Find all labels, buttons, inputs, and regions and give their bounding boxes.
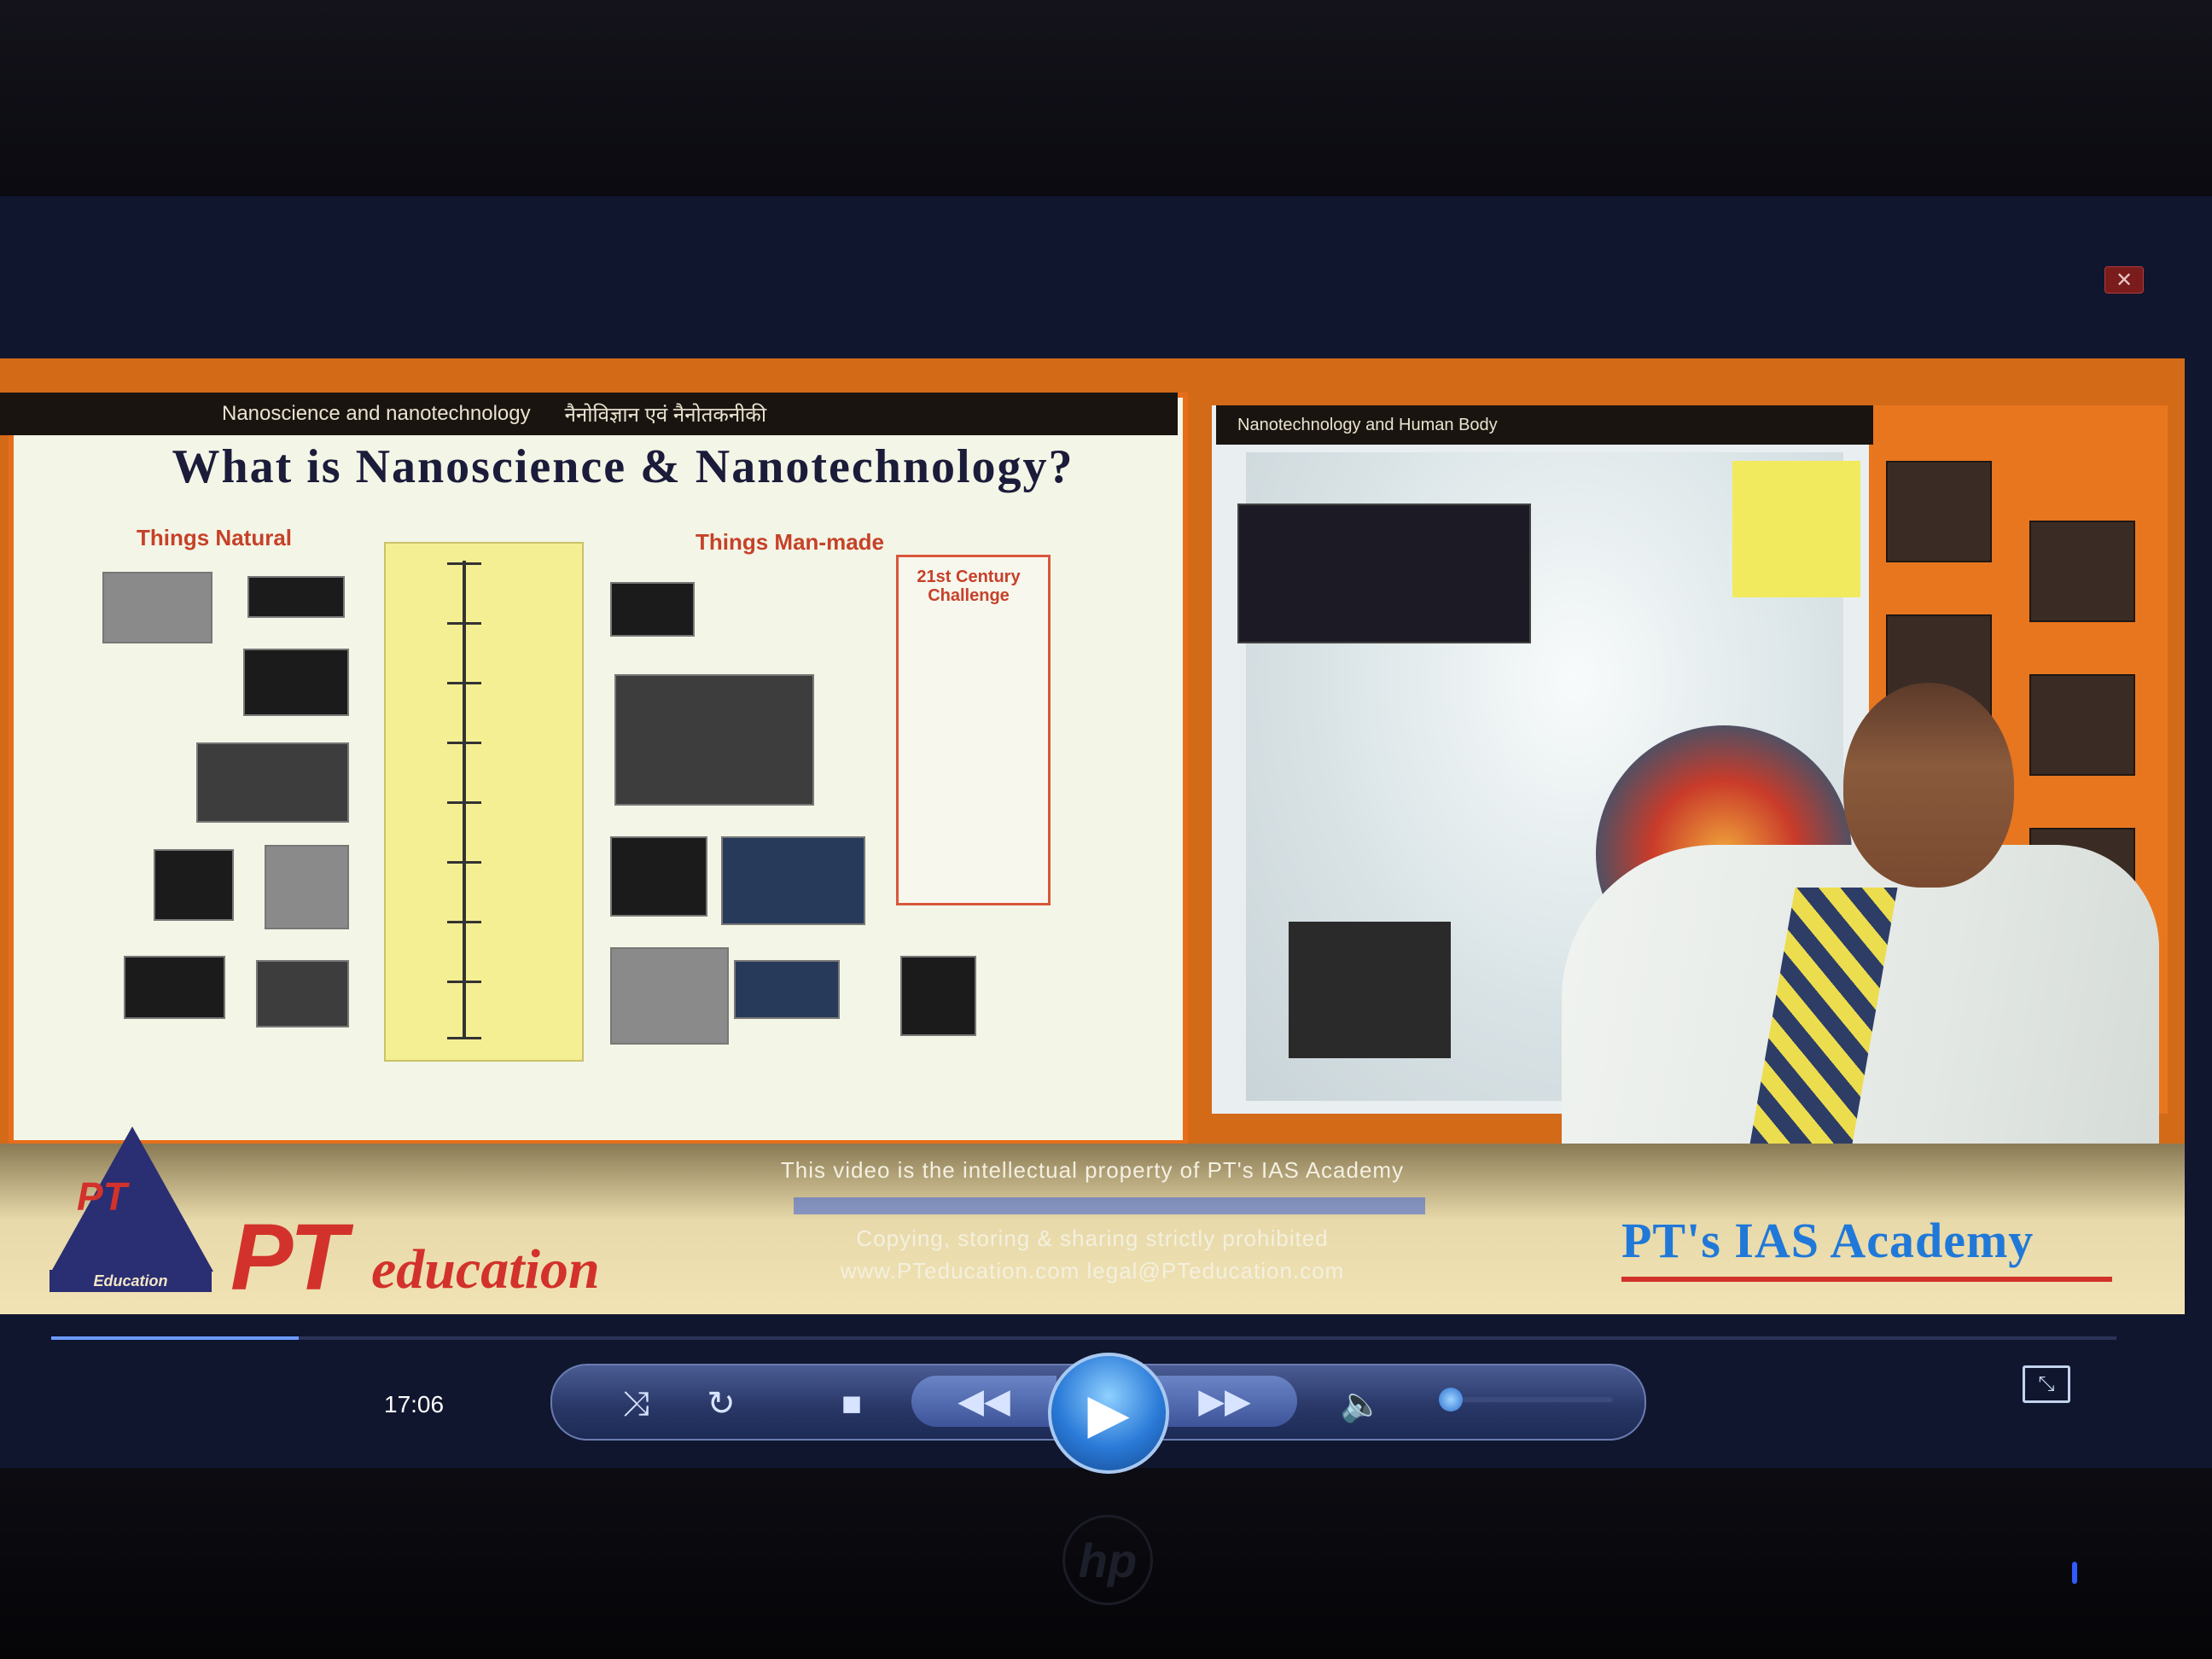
manmade-image [614,674,814,806]
academy-underline [1621,1277,2112,1282]
power-led-icon [2072,1562,2077,1584]
notice-line: This video is the intellectual property … [780,1157,1405,1183]
close-button[interactable]: ✕ [2104,266,2144,294]
natural-image [247,576,345,618]
challenge-label: 21st Century Challenge [917,568,1021,605]
scale-tick [447,622,481,625]
portrait-image [2029,521,2135,622]
slide-left-header-hi: नैनोविज्ञान एवं नैनोतकनीकी [564,403,767,427]
manmade-image [721,836,865,925]
manmade-image [610,836,707,917]
notice-link-blur [794,1197,1425,1214]
things-manmade-label: Things Man-made [696,529,885,555]
scale-tick [447,861,481,864]
stop-button[interactable]: ■ [826,1378,877,1429]
pt-logo-text: PT [77,1174,127,1219]
pt-logo-caption: Education [49,1270,212,1292]
shuffle-button[interactable]: ⤨ [610,1378,661,1429]
notice-line: www.PTeducation.com legal@PTeducation.co… [840,1258,1345,1284]
manmade-image [610,582,695,637]
volume-icon[interactable]: 🔈 [1336,1378,1387,1429]
neuron-image [1237,504,1531,643]
previous-button[interactable]: ◀◀ [911,1376,1057,1427]
volume-knob[interactable] [1439,1388,1463,1412]
hp-logo-icon: hp [1062,1515,1153,1605]
slide-right-header-en: Nanotechnology and Human Body [1237,415,1498,434]
natural-image [256,960,349,1027]
monitor-bezel-top [0,0,2212,205]
natural-image [102,572,212,643]
natural-image [154,849,234,921]
scale-tick [447,921,481,923]
natural-image [243,649,349,716]
manmade-image [900,956,976,1036]
seek-bar-fill [51,1336,299,1340]
academy-name: PT's IAS Academy [1621,1213,2034,1268]
manmade-image [610,947,729,1045]
brand-pt: PT [230,1205,347,1310]
slide-left-header: Nanoscience and nanotechnology नैनोविज्ञ… [0,393,1178,435]
volume-slider[interactable] [1442,1397,1613,1402]
seek-bar[interactable] [51,1336,2116,1340]
bone-image [1289,922,1451,1058]
scale-tick [447,562,481,565]
natural-image [265,845,349,929]
slide-right-header: Nanotechnology and Human Body [1216,405,1873,445]
challenge-box [896,555,1051,905]
scale-tick [447,981,481,983]
scale-tick [447,801,481,804]
portrait-image [2029,674,2135,776]
scale-tick [447,742,481,744]
presenter-head [1843,683,2014,888]
fullscreen-button[interactable]: ⤡ [2023,1365,2070,1403]
play-button[interactable]: ▶ [1048,1353,1169,1474]
scale-tick [447,1037,481,1039]
yellow-note [1732,461,1860,597]
things-natural-label: Things Natural [137,525,293,550]
elapsed-time: 17:06 [384,1391,445,1417]
scale-tick [447,682,481,684]
brand-education: education [371,1238,600,1301]
slide-title: What is Nanoscience & Nanotechnology? [172,440,1074,493]
nanoscale-ruler [384,542,584,1062]
portrait-image [1886,461,1992,562]
natural-image [124,956,225,1019]
repeat-button[interactable]: ↻ [696,1378,747,1429]
slide-left-header-en: Nanoscience and nanotechnology [222,402,531,425]
pt-logo-icon [51,1126,213,1272]
manmade-image [734,960,840,1019]
scale-axis [463,561,466,1039]
notice-line: Copying, storing & sharing strictly proh… [856,1225,1329,1251]
natural-image [196,742,349,823]
next-button[interactable]: ▶▶ [1152,1376,1297,1427]
